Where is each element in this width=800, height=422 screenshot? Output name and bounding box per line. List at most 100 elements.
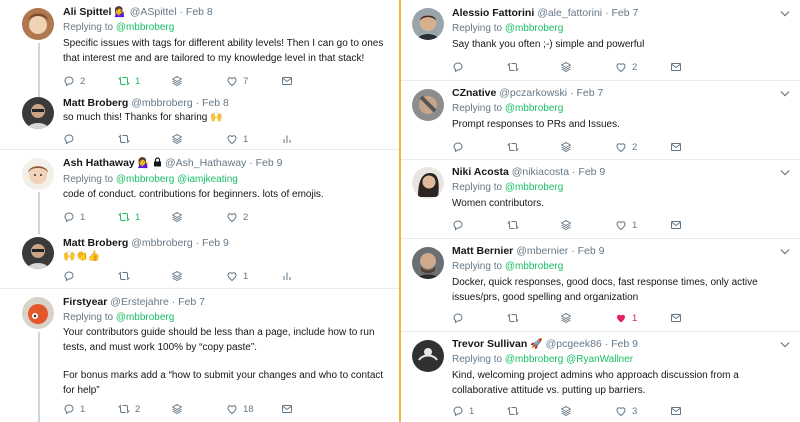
avatar[interactable] — [22, 8, 54, 40]
tweet-time[interactable]: Feb 7 — [611, 7, 638, 19]
stack-button[interactable] — [171, 75, 183, 87]
avatar[interactable] — [412, 89, 444, 121]
author-handle[interactable]: @pczarkowski — [499, 87, 567, 99]
author-handle[interactable]: @ale_fattorini — [537, 7, 602, 19]
retweet-button[interactable]: 2 — [118, 403, 140, 415]
dm-button[interactable] — [670, 312, 682, 324]
author-handle[interactable]: @pcgeek86 — [546, 338, 602, 350]
tweet-time[interactable]: Feb 9 — [578, 166, 605, 178]
like-button[interactable]: 1 — [615, 312, 637, 324]
reply-link[interactable]: @mbbroberg — [505, 261, 564, 272]
chevron-down-icon[interactable] — [780, 169, 790, 177]
retweet-button[interactable] — [507, 61, 519, 73]
chevron-down-icon[interactable] — [780, 341, 790, 349]
author-name[interactable]: Ali Spittel — [63, 6, 111, 18]
like-button[interactable]: 2 — [615, 141, 637, 153]
tweet[interactable]: Ash Hathaway 💁‍♀️ @Ash_Hathaway · Feb 9 … — [0, 150, 399, 232]
tweet-time[interactable]: Feb 9 — [256, 157, 283, 169]
tweet-time[interactable]: Feb 7 — [576, 87, 603, 99]
stack-button[interactable] — [560, 61, 572, 73]
author-name[interactable]: Matt Bernier — [452, 245, 513, 257]
stack-button[interactable] — [171, 211, 183, 223]
stack-button[interactable] — [171, 403, 183, 415]
retweet-button[interactable] — [507, 405, 519, 417]
author-handle[interactable]: @Ash_Hathaway — [165, 157, 246, 169]
retweet-button[interactable]: 1 — [118, 211, 140, 223]
author-name[interactable]: Ash Hathaway — [63, 157, 135, 169]
analytics-button[interactable] — [281, 270, 293, 282]
avatar[interactable] — [22, 97, 54, 129]
like-button[interactable]: 18 — [226, 403, 254, 415]
stack-button[interactable] — [560, 219, 572, 231]
analytics-button[interactable] — [281, 133, 293, 145]
tweet-time[interactable]: Feb 8 — [186, 6, 213, 18]
tweet[interactable]: Trevor Sullivan 🚀 @pcgeek86 · Feb 9 Repl… — [401, 332, 800, 422]
retweet-button[interactable] — [507, 219, 519, 231]
reply-button[interactable]: 1 — [452, 405, 474, 417]
avatar[interactable] — [22, 158, 54, 190]
tweet[interactable]: Niki Acosta @nikiacosta · Feb 9 Replying… — [401, 160, 800, 239]
tweet-time[interactable]: Feb 9 — [202, 237, 229, 249]
tweet[interactable]: Matt Broberg @mbbroberg · Feb 8 so much … — [0, 92, 399, 150]
author-name[interactable]: CZnative — [452, 87, 496, 99]
reply-link[interactable]: @mbbroberg — [505, 103, 564, 114]
dm-button[interactable] — [670, 141, 682, 153]
avatar[interactable] — [412, 247, 444, 279]
retweet-button[interactable] — [118, 270, 130, 282]
tweet[interactable]: Alessio Fattorini @ale_fattorini · Feb 7… — [401, 0, 800, 81]
author-name[interactable]: Niki Acosta — [452, 166, 509, 178]
author-handle[interactable]: @ASpittel — [130, 6, 177, 18]
like-button[interactable]: 1 — [226, 270, 248, 282]
reply-button[interactable]: 2 — [63, 75, 85, 87]
dm-button[interactable] — [670, 219, 682, 231]
tweet-time[interactable]: Feb 9 — [578, 245, 605, 257]
tweet[interactable]: Matt Bernier @mbernier · Feb 9 Replying … — [401, 239, 800, 332]
tweet-time[interactable]: Feb 8 — [202, 97, 229, 109]
author-handle[interactable]: @mbbroberg — [131, 97, 192, 109]
author-name[interactable]: Matt Broberg — [63, 237, 128, 249]
reply-button[interactable] — [63, 133, 75, 145]
dm-button[interactable] — [670, 61, 682, 73]
like-button[interactable]: 3 — [615, 405, 637, 417]
retweet-button[interactable] — [507, 141, 519, 153]
chevron-down-icon[interactable] — [780, 248, 790, 256]
reply-link[interactable]: @mbbroberg — [116, 312, 175, 323]
tweet-time[interactable]: Feb 7 — [178, 296, 205, 308]
retweet-button[interactable] — [507, 312, 519, 324]
author-name[interactable]: Alessio Fattorini — [452, 7, 534, 19]
reply-button[interactable]: 1 — [63, 403, 85, 415]
avatar[interactable] — [412, 340, 444, 372]
author-handle[interactable]: @mbbroberg — [131, 237, 192, 249]
author-name[interactable]: Matt Broberg — [63, 97, 128, 109]
tweet[interactable]: CZnative @pczarkowski · Feb 7 Replying t… — [401, 81, 800, 160]
stack-button[interactable] — [560, 141, 572, 153]
author-handle[interactable]: @Erstejahre — [110, 296, 169, 308]
like-button[interactable]: 1 — [226, 133, 248, 145]
tweet[interactable]: Ali Spittel 💁‍♀️ @ASpittel · Feb 8 Reply… — [0, 0, 399, 92]
like-button[interactable]: 2 — [226, 211, 248, 223]
author-handle[interactable]: @mbernier — [516, 245, 568, 257]
reply-button[interactable] — [452, 312, 464, 324]
avatar[interactable] — [412, 167, 444, 199]
chevron-down-icon[interactable] — [780, 90, 790, 98]
dm-button[interactable] — [281, 403, 293, 415]
dm-button[interactable] — [281, 75, 293, 87]
stack-button[interactable] — [560, 312, 572, 324]
reply-button[interactable] — [452, 219, 464, 231]
reply-link[interactable]: @mbbroberg — [505, 354, 564, 365]
reply-button[interactable] — [63, 270, 75, 282]
avatar[interactable] — [412, 8, 444, 40]
retweet-button[interactable] — [118, 133, 130, 145]
tweet[interactable]: Firstyear @Erstejahre · Feb 7 Replying t… — [0, 289, 399, 422]
reply-button[interactable] — [452, 141, 464, 153]
author-name[interactable]: Trevor Sullivan — [452, 338, 527, 350]
like-button[interactable]: 7 — [226, 75, 248, 87]
like-button[interactable]: 2 — [615, 61, 637, 73]
reply-button[interactable]: 1 — [63, 211, 85, 223]
dm-button[interactable] — [670, 405, 682, 417]
stack-button[interactable] — [560, 405, 572, 417]
avatar[interactable] — [22, 297, 54, 329]
stack-button[interactable] — [171, 270, 183, 282]
reply-link[interactable]: @mbbroberg — [116, 22, 175, 33]
reply-link[interactable]: @mbbroberg — [505, 182, 564, 193]
